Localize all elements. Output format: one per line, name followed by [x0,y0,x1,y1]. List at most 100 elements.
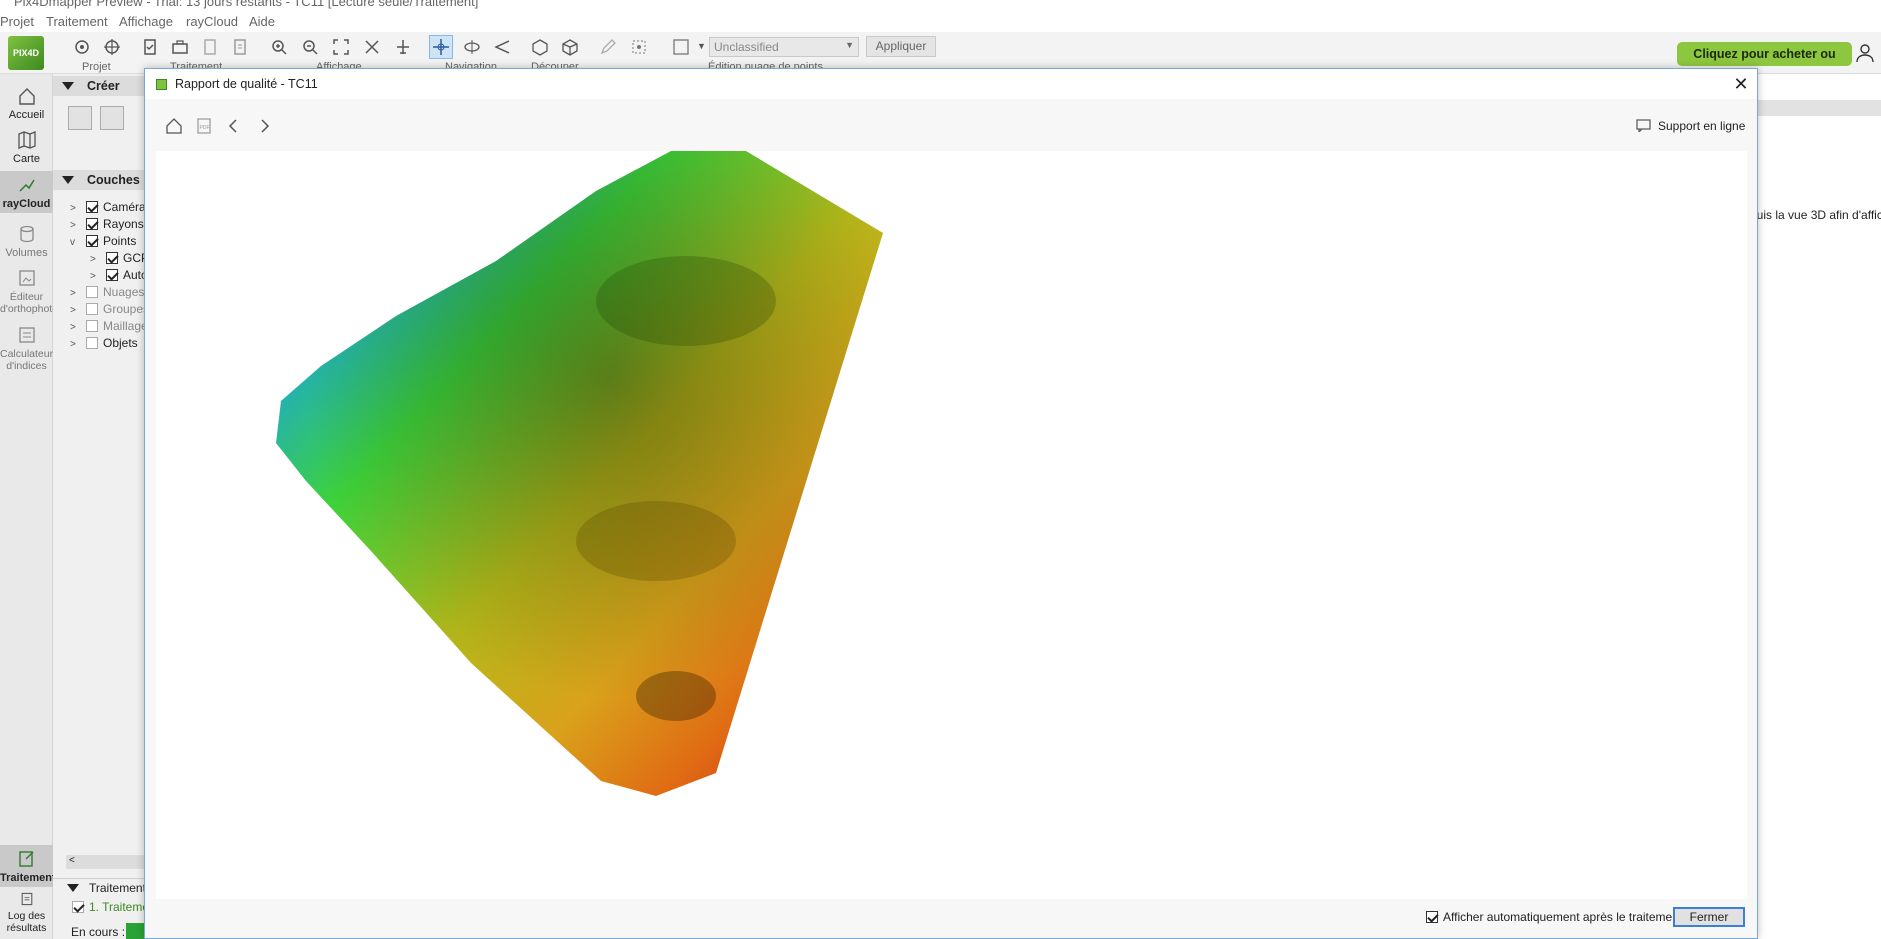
expand-icon[interactable]: > [70,203,82,214]
layer-checkbox[interactable] [86,286,98,298]
window-title: Pix4Dmapper Preview - Trial: 13 jours re… [14,0,479,9]
processing-step-row[interactable]: 1. Traitement initial [72,900,144,914]
scroll-left-icon[interactable]: < [69,855,75,866]
layer-label: Maillages [103,319,148,333]
auto-show-option[interactable]: Afficher automatiquement après le traite… [1426,910,1682,924]
menu-raycloud[interactable]: rayCloud [186,14,238,29]
expanded-icon[interactable]: v [70,237,82,248]
auto-show-checkbox[interactable] [1426,911,1438,923]
dialog-title: Rapport de qualité - TC11 [175,77,318,91]
expand-icon[interactable]: > [70,220,82,231]
terrain-hill [576,501,736,581]
menu-affichage[interactable]: Affichage [119,14,173,29]
auto-show-label: Afficher automatiquement après le traite… [1443,910,1683,924]
orbit-icon[interactable] [460,35,484,59]
home-icon[interactable] [163,115,185,137]
document-icon[interactable] [198,35,222,59]
layer-label: Rayons [103,217,144,231]
nav-carte[interactable]: Carte [0,130,53,165]
close-icon[interactable]: ✕ [1731,74,1751,94]
raycloud-icon [18,179,35,192]
toolbox-icon[interactable] [168,35,192,59]
nav-log[interactable]: Log des résultats [0,891,53,934]
processing-header[interactable]: Traitement [67,881,145,895]
report-icon[interactable] [228,35,252,59]
nav-traitement[interactable]: Traitement [0,845,56,887]
layer-checkbox[interactable] [86,235,98,247]
create-section-header[interactable]: Créer [53,76,148,96]
pdf-icon[interactable]: PDF [193,115,215,137]
layer-checkbox[interactable] [86,337,98,349]
layer-row-rayons[interactable]: > Rayons [70,217,148,231]
user-icon[interactable] [1855,42,1877,64]
navigation-mode-icon[interactable] [429,35,453,59]
layer-row-point-clouds[interactable]: > Nuages de points [70,285,148,299]
view-angle-icon[interactable] [490,35,514,59]
focus-icon[interactable] [360,35,384,59]
nav-label: Calculateur d'indices [0,348,54,372]
back-icon[interactable] [223,115,245,137]
zoom-out-icon[interactable] [298,35,322,59]
selection-icon[interactable] [627,35,651,59]
expand-icon[interactable]: > [90,271,102,282]
nav-raycloud[interactable]: rayCloud [0,171,53,213]
layers-section-header[interactable]: Couches [53,170,148,190]
close-button[interactable]: Fermer [1673,907,1745,927]
layer-checkbox[interactable] [86,218,98,230]
home-icon [18,88,35,105]
layer-checkbox[interactable] [106,252,118,264]
zoom-in-icon[interactable] [267,35,291,59]
menu-bar: Projet Traitement Affichage rayCloud Aid… [0,10,1881,32]
fit-all-icon[interactable] [329,35,353,59]
rect-select-icon[interactable] [669,35,693,59]
layer-row-cameras[interactable]: > Caméras [70,200,148,214]
apply-button[interactable]: Appliquer [866,36,936,57]
plane-icon[interactable] [391,35,415,59]
nav-ortho-editor[interactable]: Éditeur d'orthophoto [0,268,58,315]
layer-row-gcp[interactable]: > GCP [90,251,148,265]
layer-row-groups[interactable]: > Groupes [70,302,148,316]
project-options-icon[interactable] [70,35,94,59]
layer-checkbox[interactable] [86,320,98,332]
select-dropdown-icon[interactable]: ▼ [697,41,706,51]
create-rect-icon[interactable] [68,106,92,130]
layer-label: Objets [103,336,138,350]
layer-row-automatic[interactable]: >Automatic [90,268,148,282]
viewer-background [1758,74,1881,939]
layer-row-points[interactable]: v Points [70,234,148,248]
dialog-title-bar [145,69,1757,99]
forward-icon[interactable] [253,115,275,137]
horizontal-scrollbar[interactable]: < [66,855,148,869]
nav-label: Traitement [0,872,56,884]
viewer-hint-text: puis la vue 3D afin d'afficher [1750,208,1881,222]
expand-icon[interactable]: > [70,288,82,299]
buy-button[interactable]: Cliquez pour acheter ou louer [1677,42,1852,85]
layer-checkbox[interactable] [86,201,98,213]
menu-projet[interactable]: Projet [0,14,34,29]
collapse-icon [62,176,74,184]
step-checkbox [72,901,84,913]
expand-icon[interactable]: > [70,305,82,316]
quality-report-dialog: Rapport de qualité - TC11 ✕ PDF Support … [144,68,1758,939]
layer-row-objects[interactable]: > Objets [70,336,148,350]
cube-icon[interactable] [558,35,582,59]
menu-traitement[interactable]: Traitement [46,14,108,29]
nav-index-calculator[interactable]: Calculateur d'indices [0,325,53,372]
expand-icon[interactable]: > [70,339,82,350]
layer-checkbox[interactable] [106,269,118,281]
expand-icon[interactable]: > [90,254,102,265]
layer-row-meshes[interactable]: > Maillages [70,319,148,333]
class-select[interactable]: Unclassified ▼ [709,37,859,57]
target-icon[interactable] [100,35,124,59]
box-clip-icon[interactable] [528,35,552,59]
nav-accueil[interactable]: Accueil [0,86,53,121]
layer-checkbox[interactable] [86,303,98,315]
expand-icon[interactable]: > [70,322,82,333]
create-area-icon[interactable] [100,106,124,130]
processing-options-icon[interactable] [138,35,162,59]
pencil-icon[interactable] [596,35,620,59]
menu-aide[interactable]: Aide [249,14,275,29]
online-support-link[interactable]: Support en ligne [1636,119,1745,133]
nav-volumes[interactable]: Volumes [0,224,53,259]
progress-bar [126,923,144,939]
